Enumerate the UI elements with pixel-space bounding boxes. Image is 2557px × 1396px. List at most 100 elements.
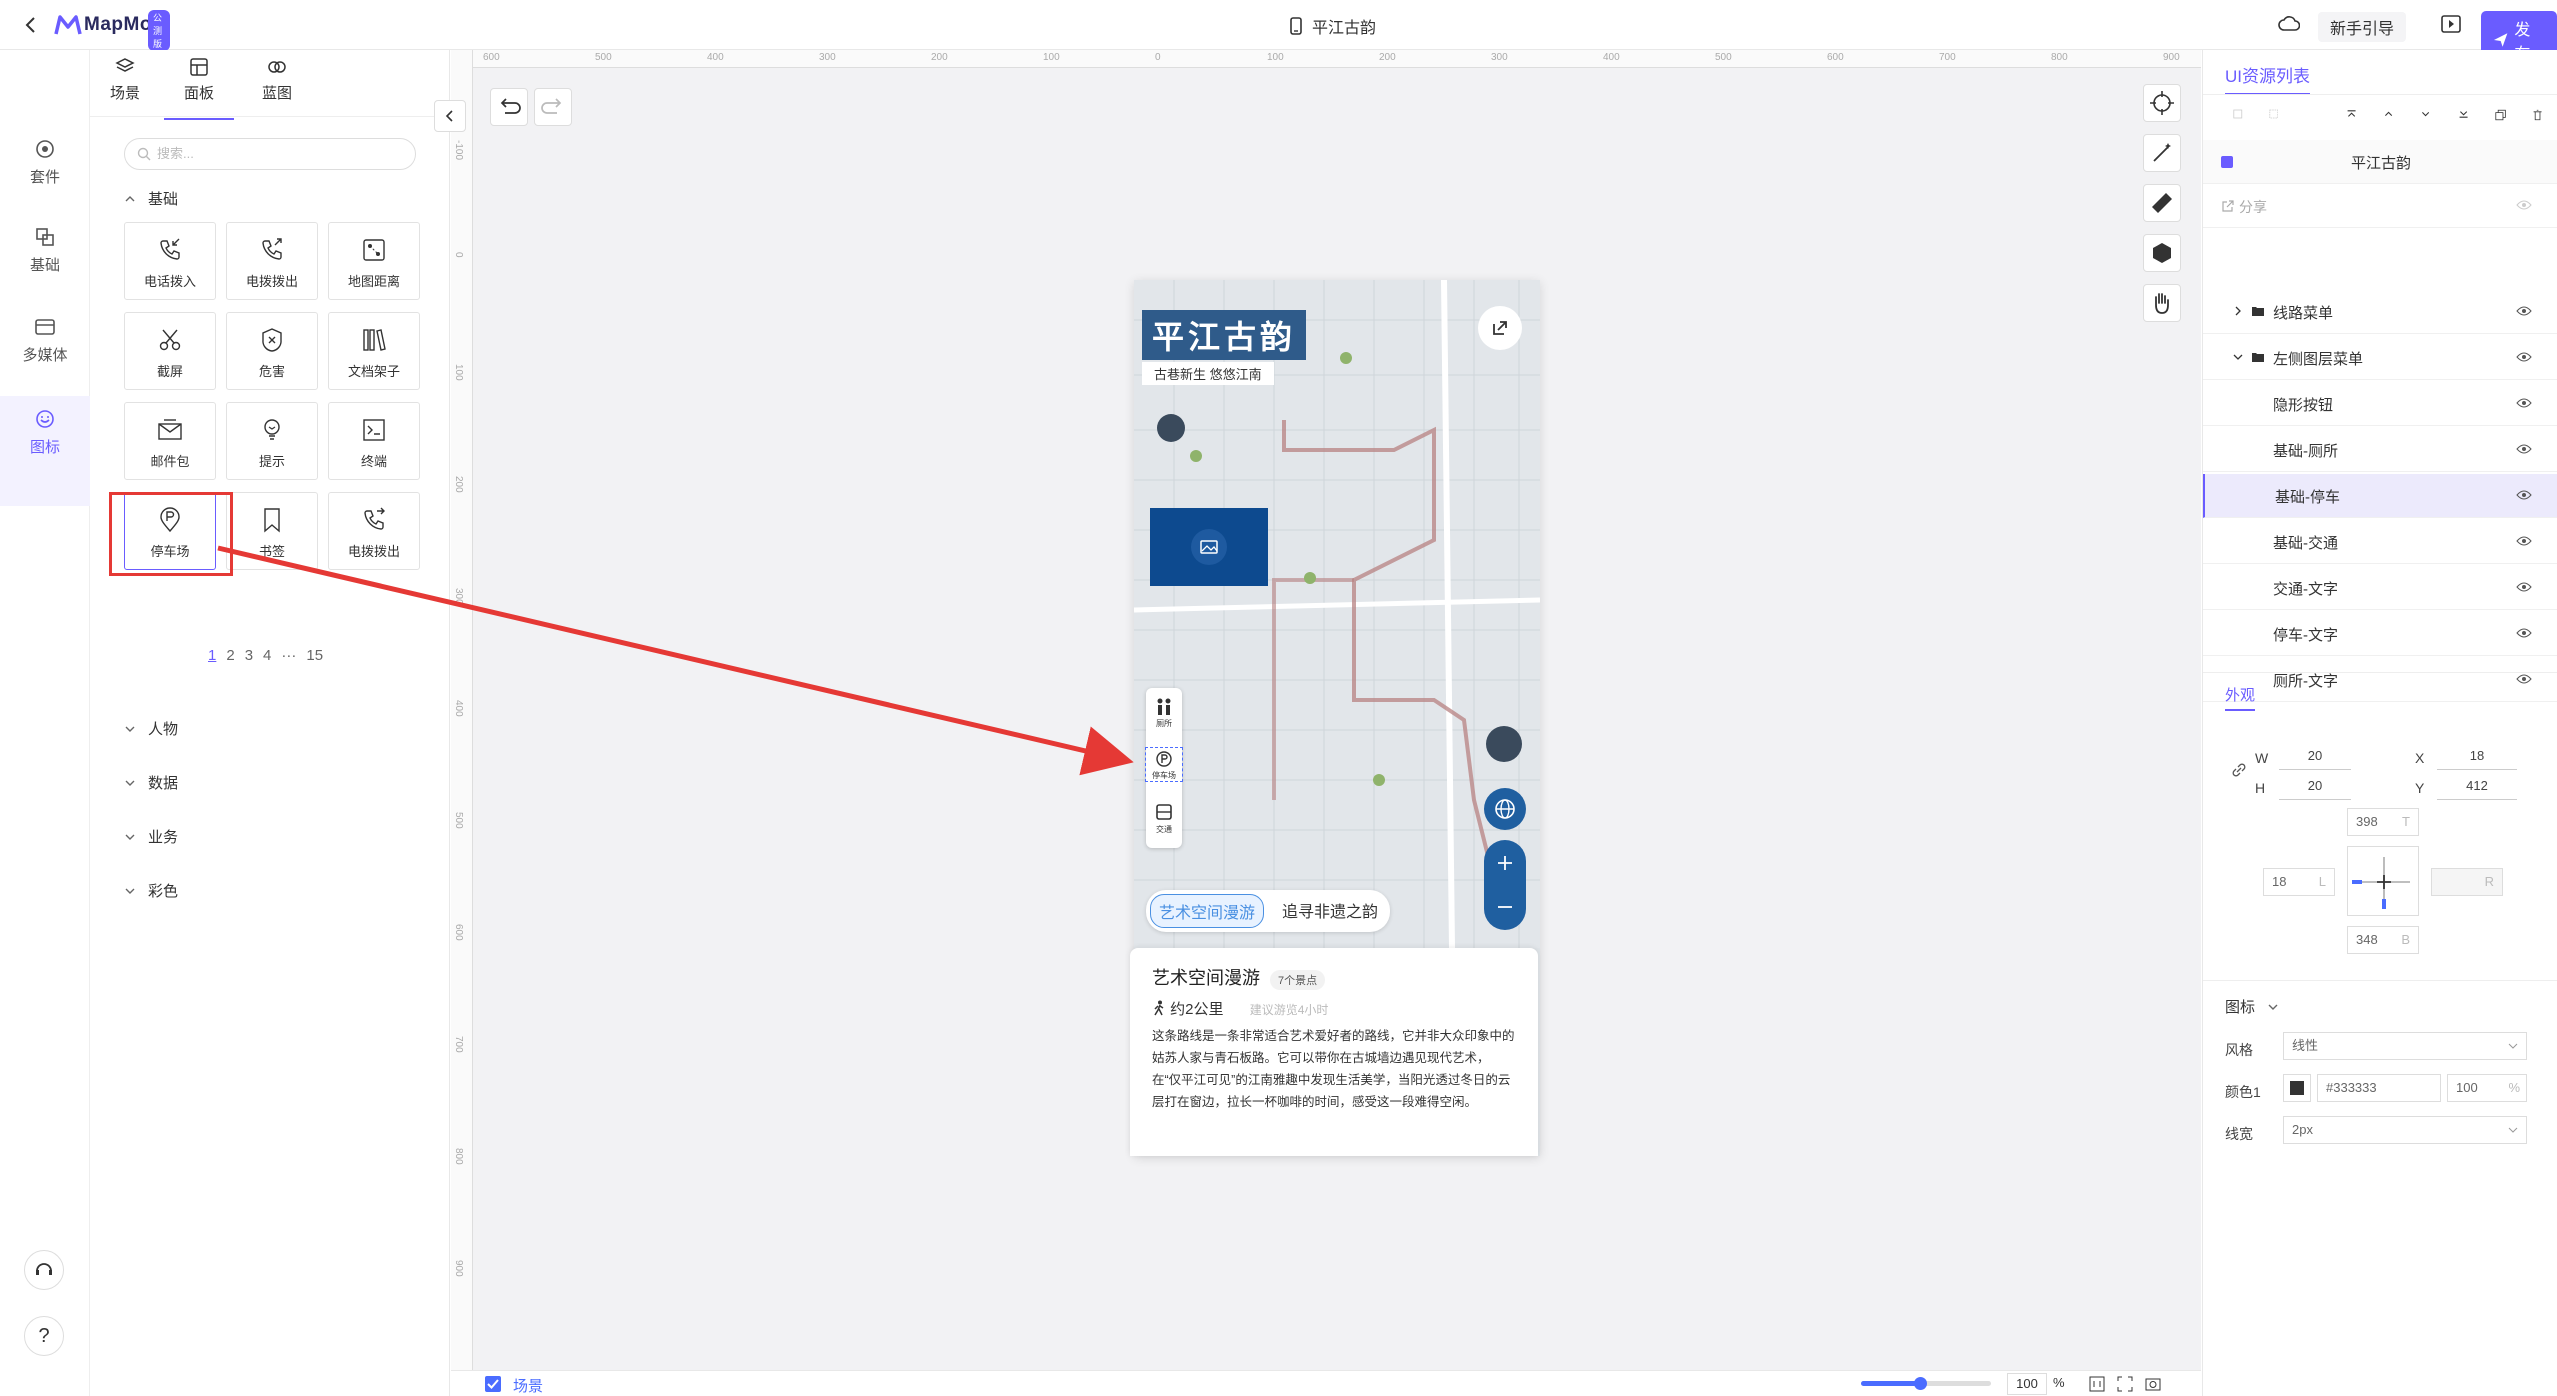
page-15[interactable]: 15 bbox=[306, 647, 323, 664]
transit-button[interactable]: 交通 bbox=[1146, 802, 1182, 835]
tool-3d[interactable] bbox=[2143, 234, 2181, 272]
tile-hint[interactable]: 提示 bbox=[226, 402, 318, 480]
tile-phone-outgoing-2[interactable]: 电拨拨出 bbox=[328, 492, 420, 570]
chip-art-route[interactable]: 艺术空间漫游 bbox=[1150, 894, 1265, 928]
rail-item-kit[interactable]: 套件 bbox=[0, 138, 90, 187]
margin-left-input[interactable]: 18 L bbox=[2263, 868, 2335, 896]
tile-phone-incoming[interactable]: 电话拨入 bbox=[124, 222, 216, 300]
page-3[interactable]: 3 bbox=[245, 647, 253, 664]
root-checkbox[interactable] bbox=[2221, 156, 2233, 168]
rail-item-media[interactable]: 多媒体 bbox=[0, 316, 90, 365]
eye-icon[interactable] bbox=[2516, 351, 2532, 363]
delete-icon[interactable] bbox=[2532, 108, 2543, 122]
layer-share[interactable]: 分享 bbox=[2203, 184, 2557, 228]
eye-icon[interactable] bbox=[2516, 627, 2532, 639]
tab-blueprint[interactable]: 蓝图 bbox=[242, 56, 312, 103]
tile-phone-outgoing[interactable]: 电拨拨出 bbox=[226, 222, 318, 300]
move-bottom-icon[interactable] bbox=[2458, 108, 2469, 120]
tool-locate[interactable] bbox=[2143, 84, 2181, 122]
layer-item[interactable]: 交通-文字 bbox=[2203, 566, 2557, 610]
search-input[interactable]: 搜索... bbox=[124, 138, 416, 170]
layer-item[interactable]: 基础-厕所 bbox=[2203, 428, 2557, 472]
eye-icon[interactable] bbox=[2516, 305, 2532, 317]
margin-bottom-input[interactable]: 348 B bbox=[2347, 926, 2419, 954]
section-business[interactable]: 业务 bbox=[124, 826, 178, 847]
tab-appearance[interactable]: 外观 bbox=[2225, 684, 2256, 711]
page-2[interactable]: 2 bbox=[226, 647, 234, 664]
page-ellipsis[interactable]: ··· bbox=[281, 647, 296, 664]
resource-list-title[interactable]: UI资源列表 bbox=[2225, 62, 2310, 95]
undo-button[interactable] bbox=[490, 88, 528, 126]
link-icon[interactable] bbox=[2231, 762, 2247, 778]
move-up-icon[interactable] bbox=[2383, 108, 2394, 120]
section-basic[interactable]: 基础 bbox=[124, 188, 178, 209]
eye-icon[interactable] bbox=[2516, 535, 2532, 547]
globe-button[interactable] bbox=[1484, 788, 1526, 830]
preview-icon[interactable] bbox=[2441, 15, 2461, 33]
linewidth-select[interactable]: 2px bbox=[2283, 1116, 2527, 1144]
tile-hazard[interactable]: 危害 bbox=[226, 312, 318, 390]
margin-top-input[interactable]: 398 T bbox=[2347, 808, 2419, 836]
tab-scene[interactable]: 场景 bbox=[90, 56, 160, 103]
tile-terminal[interactable]: 终端 bbox=[328, 402, 420, 480]
zoom-input[interactable]: 100 bbox=[2007, 1373, 2047, 1395]
eye-icon[interactable] bbox=[2516, 199, 2532, 211]
tile-bookmark[interactable]: 书签 bbox=[226, 492, 318, 570]
move-top-icon[interactable] bbox=[2346, 108, 2357, 120]
w-input[interactable]: 20 bbox=[2279, 742, 2351, 770]
h-input[interactable]: 20 bbox=[2279, 772, 2351, 800]
layer-item[interactable]: 厕所-文字 bbox=[2203, 658, 2557, 702]
style-select[interactable]: 线性 bbox=[2283, 1032, 2527, 1060]
chip-heritage-route[interactable]: 追寻非遗之韵 bbox=[1274, 894, 1386, 928]
redo-button[interactable] bbox=[534, 88, 572, 126]
rail-item-icons[interactable]: 图标 bbox=[0, 396, 90, 506]
section-color[interactable]: 彩色 bbox=[124, 880, 178, 901]
chevron-icon[interactable] bbox=[2233, 306, 2243, 316]
eye-icon[interactable] bbox=[2516, 673, 2532, 685]
zoom-slider-handle[interactable] bbox=[1913, 1377, 1927, 1390]
y-input[interactable]: 412 bbox=[2437, 772, 2517, 800]
rail-item-basic[interactable]: 基础 bbox=[0, 226, 90, 275]
eye-icon[interactable] bbox=[2516, 581, 2532, 593]
cloud-sync-icon[interactable] bbox=[2278, 15, 2300, 33]
layer-item[interactable]: 线路菜单 bbox=[2203, 290, 2557, 334]
zoom-slider[interactable] bbox=[1861, 1377, 1991, 1390]
guide-button[interactable]: 新手引导 bbox=[2318, 12, 2407, 42]
eye-icon[interactable] bbox=[2516, 397, 2532, 409]
color-hex-input[interactable]: #333333 bbox=[2317, 1074, 2441, 1102]
tile-mailbox[interactable]: 邮件包 bbox=[124, 402, 216, 480]
layer-root[interactable]: 平江古韵 bbox=[2203, 140, 2557, 184]
icon-section-header[interactable]: 图标 bbox=[2225, 996, 2279, 1017]
color-opacity-input[interactable]: 100% bbox=[2447, 1074, 2527, 1102]
eye-icon[interactable] bbox=[2516, 443, 2532, 455]
share-map-button[interactable] bbox=[1478, 306, 1522, 350]
layer-item[interactable]: 左侧图层菜单 bbox=[2203, 336, 2557, 380]
page-1[interactable]: 1 bbox=[208, 647, 216, 664]
ungroup-icon[interactable] bbox=[2268, 108, 2279, 120]
parking-button[interactable]: 停车场 bbox=[1145, 747, 1183, 782]
copy-icon[interactable] bbox=[2495, 108, 2506, 122]
tab-panel[interactable]: 面板 bbox=[164, 56, 234, 120]
tile-bookshelf[interactable]: 文档架子 bbox=[328, 312, 420, 390]
zoom-out-icon[interactable] bbox=[1484, 885, 1526, 930]
margin-right-input[interactable]: R bbox=[2431, 868, 2503, 896]
fit-width-icon[interactable] bbox=[2089, 1376, 2105, 1392]
section-data[interactable]: 数据 bbox=[124, 772, 178, 793]
help-icon[interactable]: ? bbox=[24, 1316, 64, 1356]
back-arrow-icon[interactable] bbox=[20, 14, 42, 36]
section-people[interactable]: 人物 bbox=[124, 718, 178, 739]
page-4[interactable]: 4 bbox=[263, 647, 271, 664]
tool-pan[interactable] bbox=[2143, 284, 2181, 322]
group-icon[interactable] bbox=[2233, 108, 2243, 120]
color-swatch[interactable] bbox=[2283, 1074, 2311, 1102]
image-block[interactable] bbox=[1150, 508, 1268, 586]
phone-preview[interactable]: 平江古韵 古巷新生 悠悠江南 厕所 停车场 交通 艺术空间漫游 追寻非遗之韵 艺… bbox=[1130, 280, 1540, 1156]
tool-magic[interactable] bbox=[2143, 134, 2181, 172]
tile-map-distance[interactable]: 地图距离 bbox=[328, 222, 420, 300]
support-icon[interactable] bbox=[24, 1250, 64, 1290]
scene-checkbox[interactable] bbox=[485, 1376, 501, 1392]
layer-item[interactable]: 隐形按钮 bbox=[2203, 382, 2557, 426]
tool-ruler[interactable] bbox=[2143, 184, 2181, 222]
layer-item[interactable]: 基础-停车 bbox=[2203, 474, 2557, 518]
move-down-icon[interactable] bbox=[2420, 108, 2431, 120]
